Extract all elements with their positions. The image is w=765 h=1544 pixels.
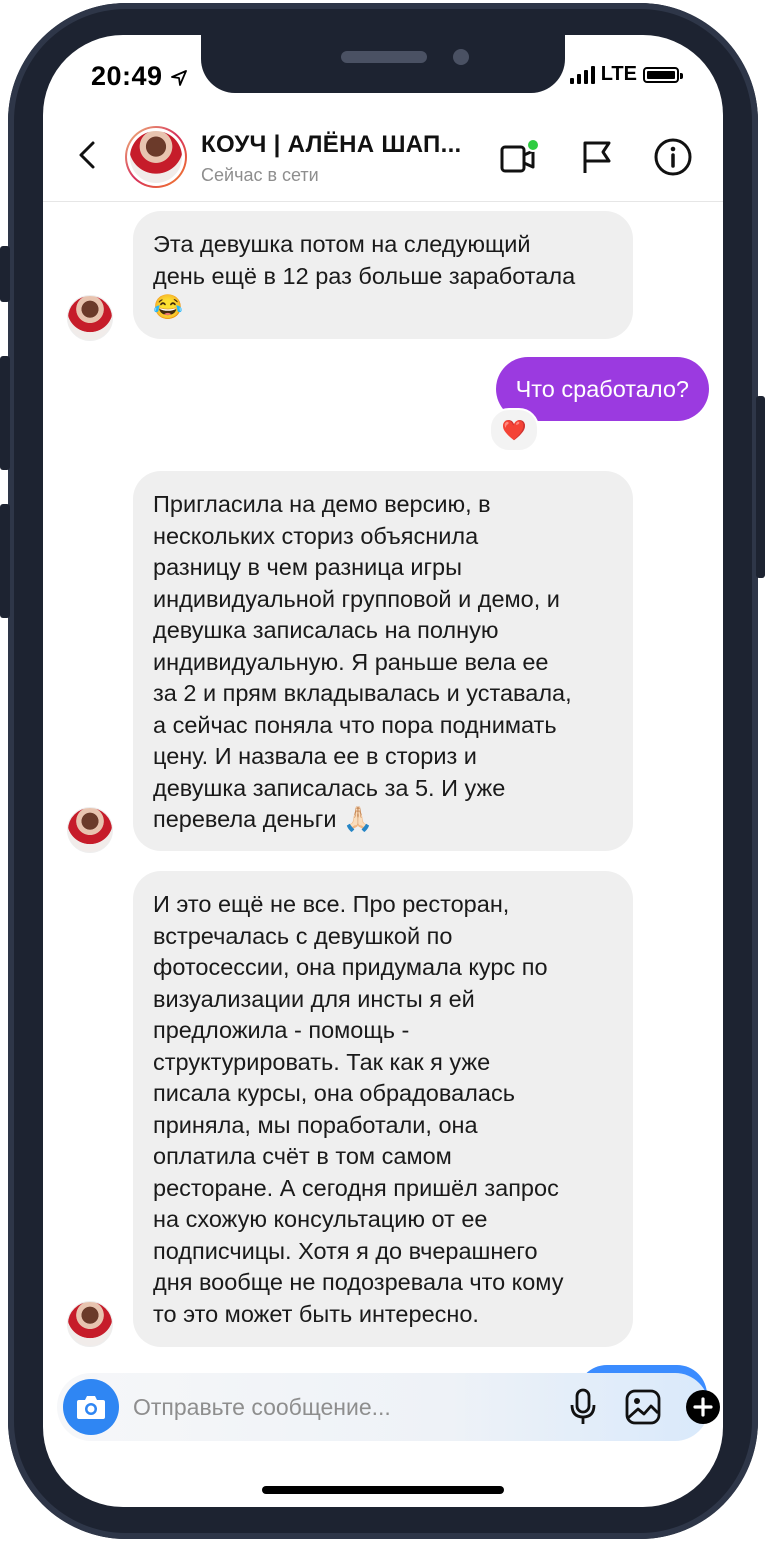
- laughing-emoji: 😂: [153, 294, 183, 321]
- message-line: на схожую консультацию от ее: [153, 1206, 488, 1232]
- message-line: дня вообще не подозревала что кому: [153, 1269, 564, 1295]
- microphone-button[interactable]: [561, 1385, 605, 1429]
- speaker: [341, 51, 427, 63]
- message-line: оплатила счёт в том самом: [153, 1143, 452, 1169]
- message-line: встречалась с девушкой по: [153, 922, 453, 949]
- message-line: перевела деньги 🙏🏻: [153, 806, 373, 833]
- status-time: 20:49: [91, 61, 187, 92]
- message-line: предложила - помощь -: [153, 1017, 410, 1043]
- side-button-volume-down: [0, 504, 10, 618]
- front-camera: [453, 49, 469, 65]
- message-line: подписчицы. Хотя я до вчерашнего: [153, 1237, 538, 1264]
- message-line: индивидуальной групповой и демо, и: [153, 585, 560, 612]
- message-line: то это может быть интересно.: [153, 1300, 479, 1327]
- message-line: разницу в чем разница игры: [153, 554, 462, 580]
- message-input[interactable]: [133, 1391, 473, 1423]
- gallery-button[interactable]: [621, 1385, 665, 1429]
- side-button-mute: [0, 246, 10, 302]
- heart-reaction[interactable]: ❤️: [489, 408, 539, 452]
- status-indicators: LTE: [569, 63, 683, 86]
- message-line: визуализации для инсты я ей: [153, 985, 475, 1012]
- message-line: цену. И назвала ее в сториз и: [153, 743, 477, 769]
- message-line: приняла, мы поработали, она: [153, 1111, 478, 1138]
- message-line: день ещё в 12 раз больше заработала: [153, 262, 576, 289]
- add-button[interactable]: [683, 1385, 723, 1429]
- message-bubble-incoming[interactable]: Эта девушка потом на следующий день ещё …: [133, 211, 633, 339]
- avatar-photo: [130, 131, 182, 183]
- contact-status: Сейчас в сети: [201, 165, 319, 185]
- sender-avatar: [67, 295, 113, 341]
- message-line: индивидуальную. Я раньше вела ее: [153, 648, 549, 675]
- message-line: а сейчас поняла что пора поднимать: [153, 711, 557, 738]
- message-bubble-incoming[interactable]: И это ещё не все. Про ресторан, встречал…: [133, 871, 633, 1347]
- message-line: И это ещё не все. Про ресторан,: [153, 891, 510, 917]
- info-icon[interactable]: [651, 135, 695, 179]
- side-button-volume-up: [0, 356, 10, 470]
- battery-icon: [643, 66, 683, 83]
- chat-header: КОУЧ | АЛЁНА ШАП... Сейчас в сети: [43, 121, 723, 202]
- message-list[interactable]: Эта девушка потом на следующий день ещё …: [43, 205, 723, 1365]
- camera-icon: [77, 1396, 105, 1419]
- camera-button[interactable]: [63, 1379, 119, 1435]
- contact-name[interactable]: КОУЧ | АЛЁНА ШАП...: [201, 131, 462, 159]
- notch: [201, 35, 565, 93]
- signal-icon: [569, 65, 595, 84]
- phone-screen: 20:49 LTE КОУЧ | АЛЁНА ШАП... Сейчас в с…: [43, 35, 723, 1507]
- back-icon[interactable]: [71, 137, 107, 173]
- message-line: девушка записалась на полную: [153, 617, 499, 643]
- plus-icon: [686, 1390, 720, 1424]
- network-type: LTE: [600, 63, 637, 85]
- message-line: за 2 и прям вкладывалась и уставала,: [153, 680, 572, 706]
- gallery-icon: [625, 1389, 661, 1425]
- contact-avatar[interactable]: [125, 126, 187, 188]
- message-line: ресторане. А сегодня пришёл запрос: [153, 1174, 559, 1201]
- praying-hands-emoji: 🙏🏻: [343, 806, 373, 833]
- sender-avatar: [67, 807, 113, 853]
- message-composer: [57, 1373, 720, 1441]
- message-line: структурировать. Так как я уже: [153, 1048, 491, 1075]
- flag-icon[interactable]: [575, 135, 619, 179]
- message-line: Пригласила на демо версию, в: [153, 491, 491, 517]
- message-line: нескольких сториз объяснила: [153, 522, 479, 549]
- message-line: писала курсы, она обрадовалась: [153, 1080, 515, 1106]
- message-line: фотосессии, она придумала курс по: [153, 954, 548, 980]
- message-bubble-incoming[interactable]: Пригласила на демо версию, в нескольких …: [133, 471, 633, 851]
- video-call-icon[interactable]: [497, 135, 541, 179]
- side-button-power: [756, 396, 765, 578]
- home-indicator: [262, 1486, 504, 1494]
- location-arrow-icon: [170, 69, 187, 86]
- sender-avatar: [67, 1301, 113, 1347]
- microphone-icon: [570, 1388, 596, 1424]
- message-line: девушка записалась за 5. И уже: [153, 774, 506, 801]
- message-line: Эта девушка потом на следующий: [153, 231, 531, 257]
